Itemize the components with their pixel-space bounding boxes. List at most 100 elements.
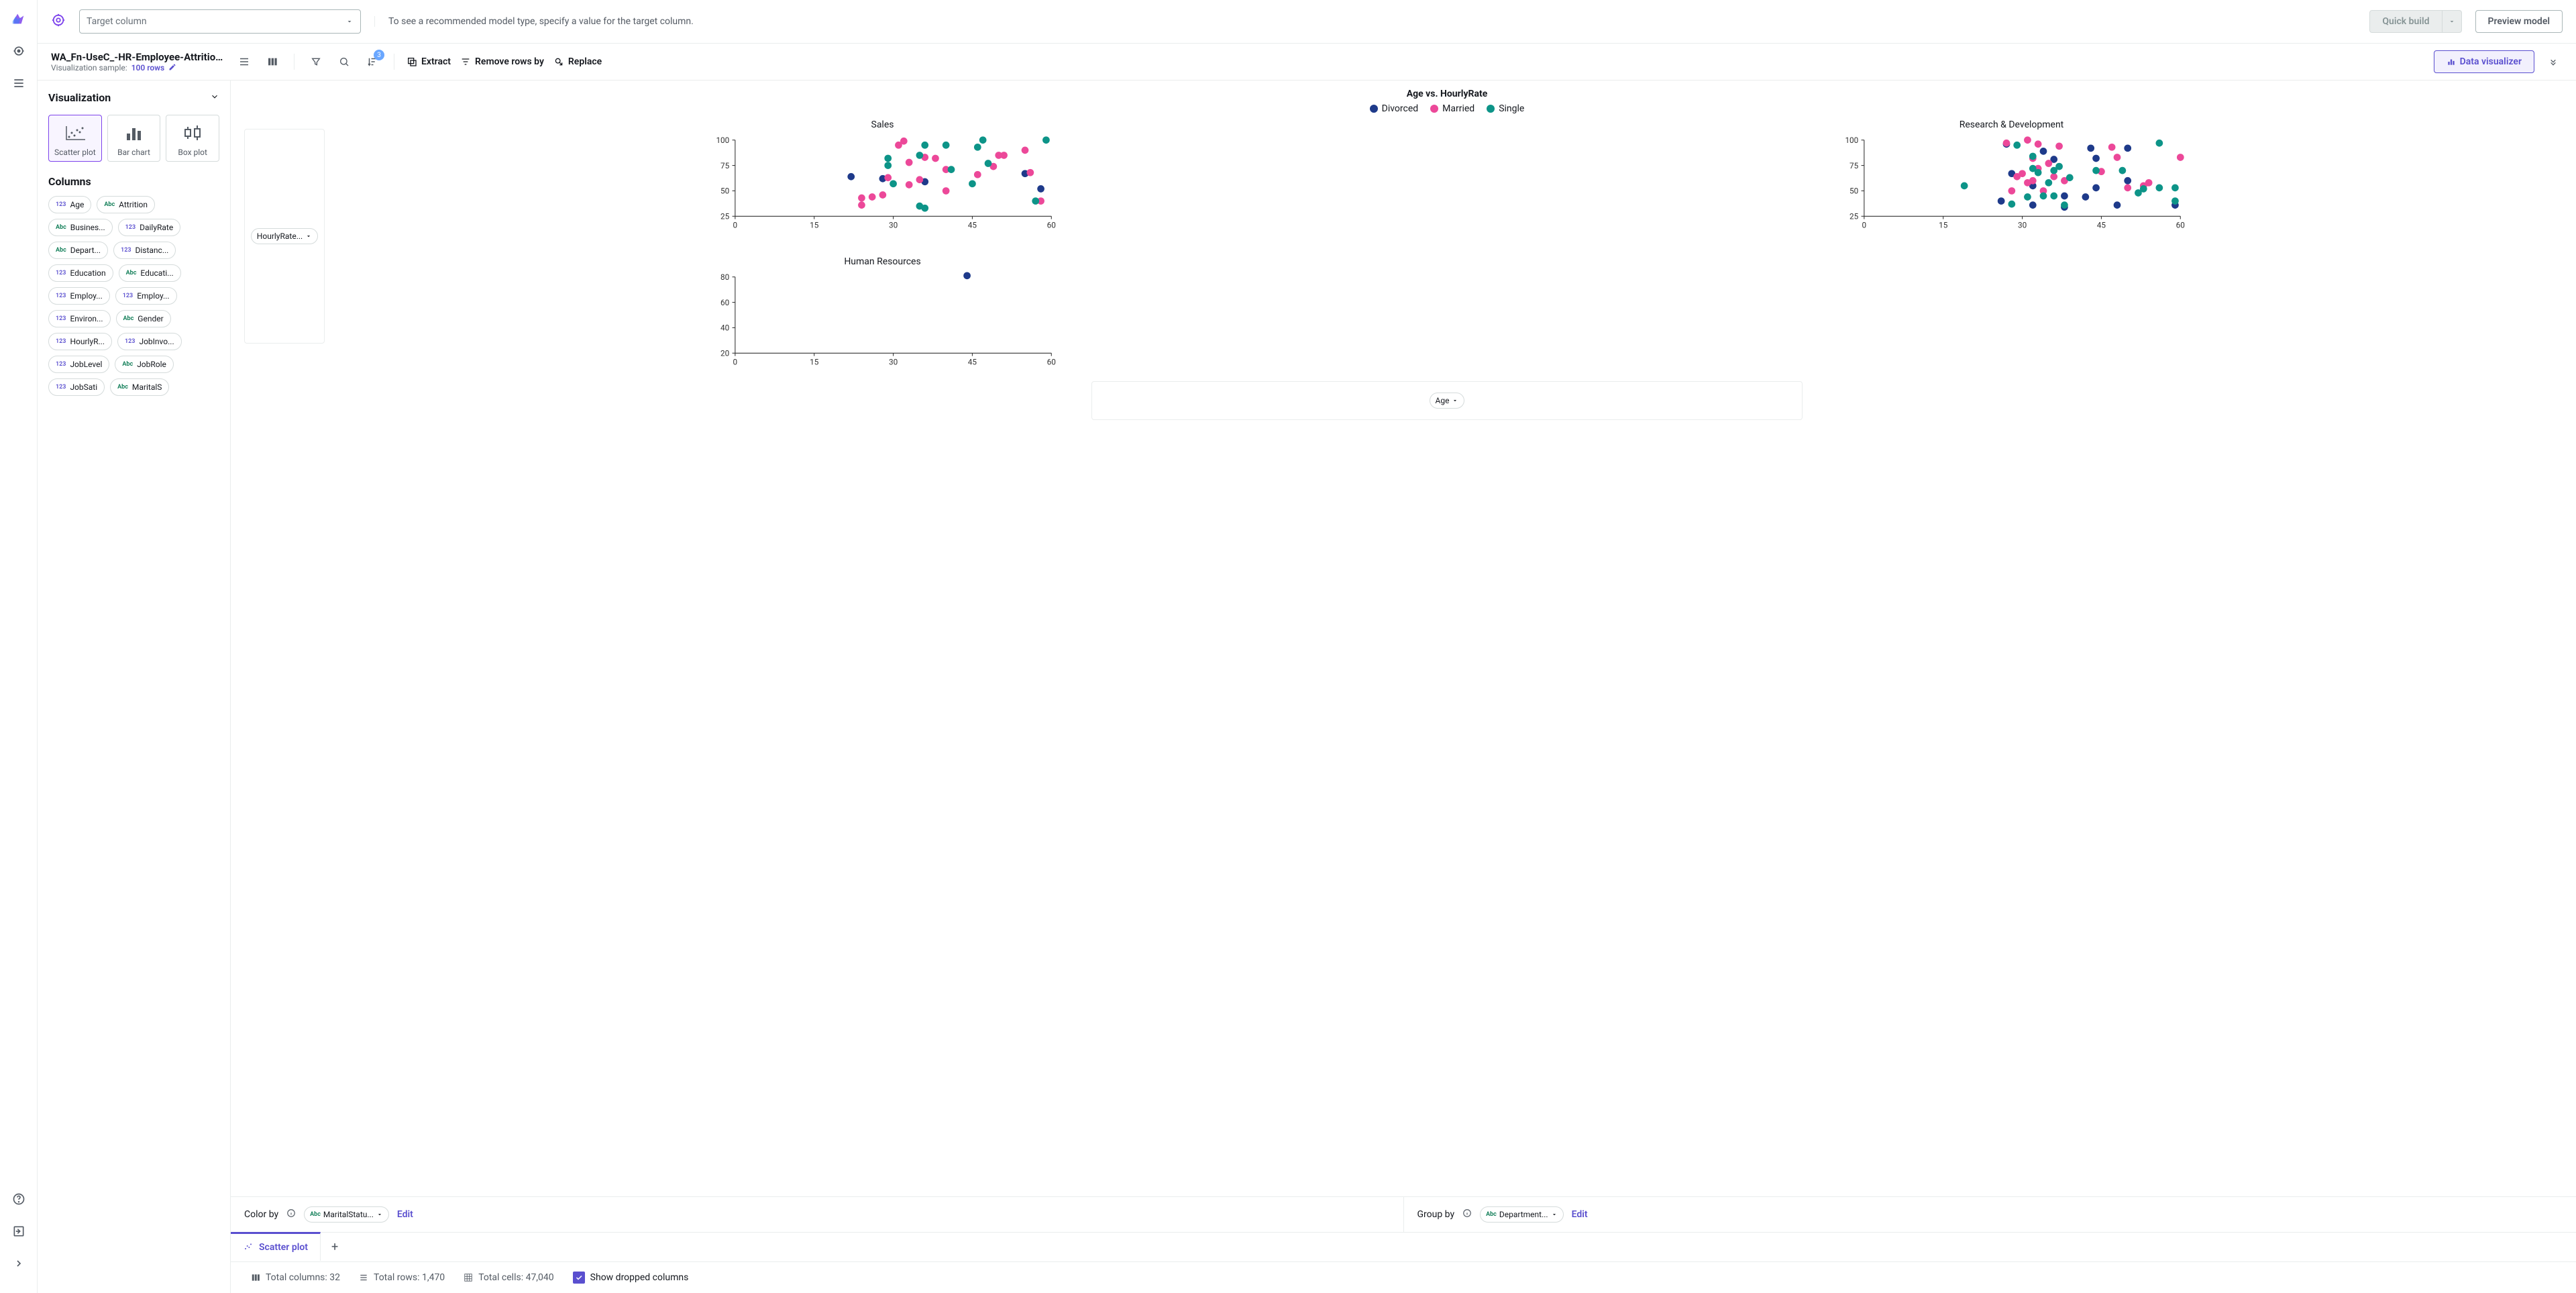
svg-text:15: 15 xyxy=(810,220,819,229)
column-chip[interactable]: AbcEducati... xyxy=(119,264,181,282)
column-chip[interactable]: AbcMaritalS xyxy=(110,378,169,396)
box-plot-icon xyxy=(180,122,205,144)
legend-item: Married xyxy=(1430,103,1474,114)
column-chip[interactable]: 123JobInvo... xyxy=(117,333,182,350)
info-icon[interactable] xyxy=(286,1208,296,1221)
svg-text:15: 15 xyxy=(810,357,819,366)
svg-text:75: 75 xyxy=(1849,161,1859,170)
svg-text:0: 0 xyxy=(1862,220,1867,229)
column-chip[interactable]: 123Age xyxy=(48,196,91,213)
svg-text:100: 100 xyxy=(1845,136,1858,145)
total-rows: Total rows: 1,470 xyxy=(374,1272,445,1283)
logo-icon[interactable] xyxy=(8,8,30,30)
svg-text:75: 75 xyxy=(720,161,730,170)
grid-view-icon[interactable] xyxy=(263,52,282,71)
dataset-title: WA_Fn-UseC_-HR-Employee-Attrition... xyxy=(51,51,225,63)
collapse-panel-icon[interactable] xyxy=(210,91,219,104)
svg-text:30: 30 xyxy=(889,220,898,229)
column-chip[interactable]: 123Employ... xyxy=(115,287,177,305)
x-axis-dropzone[interactable]: Age xyxy=(1091,381,1803,420)
svg-text:100: 100 xyxy=(716,136,729,145)
edit-color-by[interactable]: Edit xyxy=(397,1209,413,1220)
target-icon xyxy=(51,13,66,30)
visualization-panel: Visualization Scatter plot Bar chart Box xyxy=(38,81,231,1293)
help-icon[interactable] xyxy=(8,1188,30,1210)
column-chip[interactable]: 123Employ... xyxy=(48,287,110,305)
replace-button[interactable]: Replace xyxy=(553,56,602,67)
group-by-select[interactable]: Abc Department... xyxy=(1480,1206,1564,1223)
add-tab-button[interactable]: + xyxy=(321,1240,349,1254)
replace-icon xyxy=(553,56,564,67)
expand-down-icon[interactable] xyxy=(2544,52,2563,71)
column-chip[interactable]: 123Environ... xyxy=(48,310,111,327)
y-axis-dropzone[interactable]: HourlyRate... xyxy=(244,129,325,344)
column-chip[interactable]: 123JobLevel xyxy=(48,356,109,373)
columns-icon xyxy=(251,1273,260,1282)
target-config-icon[interactable] xyxy=(8,40,30,62)
sort-icon[interactable] xyxy=(363,52,382,71)
left-nav-rail xyxy=(0,0,38,1293)
svg-text:60: 60 xyxy=(1047,220,1056,229)
info-icon[interactable] xyxy=(1462,1208,1472,1221)
chart-type-box[interactable]: Box plot xyxy=(166,115,219,162)
data-visualizer-button[interactable]: Data visualizer xyxy=(2434,50,2534,73)
y-axis-field-select[interactable]: HourlyRate... xyxy=(251,228,318,244)
chart-type-scatter[interactable]: Scatter plot xyxy=(48,115,102,162)
target-column-select[interactable]: Target column xyxy=(79,9,361,34)
total-cells: Total cells: 47,040 xyxy=(478,1272,553,1283)
show-dropped-checkbox[interactable]: Show dropped columns xyxy=(573,1272,689,1284)
chart-legend: DivorcedMarriedSingle xyxy=(331,103,2563,114)
encoding-bar: Color by Abc MaritalStatu... Edit Group … xyxy=(231,1196,2576,1232)
column-chip[interactable]: AbcAttrition xyxy=(97,196,155,213)
cells-icon xyxy=(464,1273,473,1282)
svg-text:15: 15 xyxy=(1939,220,1948,229)
visualization-heading: Visualization xyxy=(48,91,219,104)
column-chip[interactable]: 123DailyRate xyxy=(118,219,181,236)
svg-text:40: 40 xyxy=(720,323,729,333)
svg-text:0: 0 xyxy=(733,220,738,229)
chart-facet: Research & Development 25507510001530456… xyxy=(1460,119,2563,236)
column-chip[interactable]: 123HourlyR... xyxy=(48,333,112,350)
filter-icon[interactable] xyxy=(307,52,325,71)
list-icon[interactable] xyxy=(8,72,30,94)
svg-text:30: 30 xyxy=(2018,220,2027,229)
expand-rail-icon[interactable] xyxy=(8,1253,30,1274)
column-chip[interactable]: 123Education xyxy=(48,264,113,282)
svg-text:60: 60 xyxy=(2176,220,2185,229)
target-column-placeholder: Target column xyxy=(87,16,147,27)
chart-type-bar[interactable]: Bar chart xyxy=(107,115,161,162)
tab-scatter-plot[interactable]: Scatter plot xyxy=(231,1232,321,1261)
svg-text:25: 25 xyxy=(1849,212,1859,221)
target-hint-text: To see a recommended model type, specify… xyxy=(374,16,694,27)
chart-facet: Sales 255075100015304560 xyxy=(331,119,1434,236)
export-icon[interactable] xyxy=(8,1221,30,1242)
preview-model-button[interactable]: Preview model xyxy=(2475,10,2563,33)
chevron-down-icon xyxy=(345,17,354,25)
remove-rows-button[interactable]: Remove rows by xyxy=(460,56,544,67)
chevron-down-icon xyxy=(1551,1211,1558,1218)
quick-build-dropdown xyxy=(2443,10,2462,33)
scatter-plot-icon xyxy=(243,1241,254,1254)
edit-group-by[interactable]: Edit xyxy=(1572,1209,1588,1220)
column-chip[interactable]: AbcGender xyxy=(116,310,171,327)
column-chip[interactable]: AbcDepart... xyxy=(48,242,108,259)
legend-item: Divorced xyxy=(1370,103,1419,114)
list-view-icon[interactable] xyxy=(235,52,254,71)
svg-text:60: 60 xyxy=(1047,357,1056,366)
search-icon[interactable] xyxy=(335,52,354,71)
chart-canvas: HourlyRate... Age vs. HourlyRate Divorce… xyxy=(231,81,2576,1293)
sample-size-link[interactable]: 100 rows xyxy=(131,63,165,72)
color-by-select[interactable]: Abc MaritalStatu... xyxy=(304,1206,389,1223)
svg-text:80: 80 xyxy=(720,272,729,282)
color-by-label: Color by xyxy=(244,1209,278,1220)
extract-button[interactable]: Extract xyxy=(407,56,451,67)
edit-sample-icon[interactable] xyxy=(168,63,176,73)
column-chip[interactable]: AbcJobRole xyxy=(115,356,174,373)
svg-text:25: 25 xyxy=(720,212,730,221)
rows-icon xyxy=(359,1273,368,1282)
x-axis-field-select[interactable]: Age xyxy=(1430,393,1465,409)
bar-chart-icon xyxy=(122,122,146,144)
column-chip[interactable]: 123JobSati xyxy=(48,378,105,396)
column-chip[interactable]: AbcBusines... xyxy=(48,219,113,236)
column-chip[interactable]: 123Distanc... xyxy=(113,242,176,259)
